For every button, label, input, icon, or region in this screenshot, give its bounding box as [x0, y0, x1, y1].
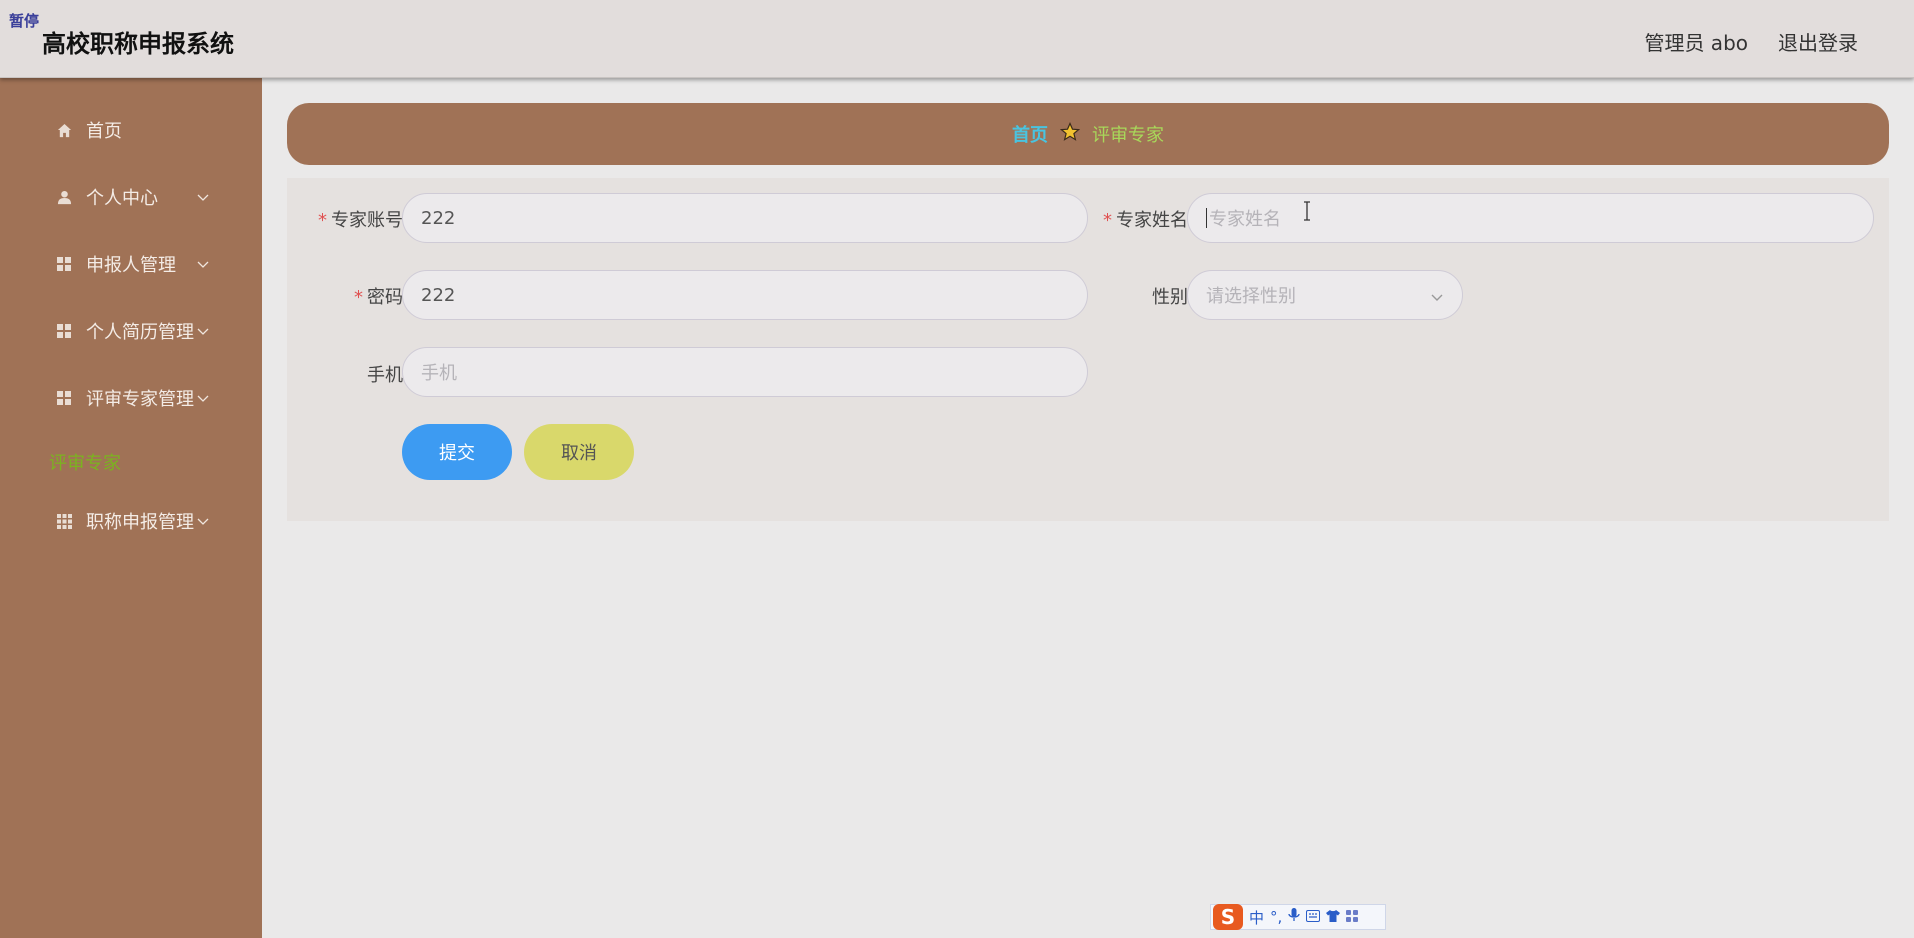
sogou-logo-icon: S	[1213, 904, 1243, 930]
star-icon	[1059, 121, 1081, 147]
logout-link[interactable]: 退出登录	[1778, 27, 1858, 56]
grid-icon	[56, 256, 72, 272]
microphone-icon[interactable]	[1288, 908, 1300, 926]
ime-toolbar[interactable]: S 中 °,	[1210, 904, 1386, 930]
expert-form: * 专家账号 222 * 专家姓名 专家姓名 * 密码 222 性别 请选择性别 手机…	[287, 178, 1889, 521]
name-input[interactable]: 专家姓名	[1187, 193, 1874, 243]
sidebar-item-label: 申报人管理	[86, 255, 176, 276]
sidebar-item-label: 首页	[86, 121, 122, 142]
app-title: 高校职称申报系统	[42, 30, 234, 58]
ime-mode[interactable]: 中	[1249, 907, 1264, 928]
sidebar-item-label: 评审专家管理	[86, 389, 194, 410]
name-label: * 专家姓名	[1103, 210, 1188, 231]
sidebar-item-title-application[interactable]: 职称申报管理	[0, 501, 262, 541]
pause-tag: 暂停	[9, 12, 40, 30]
chevron-down-icon	[197, 194, 209, 201]
user-icon	[56, 189, 72, 205]
breadcrumb: 首页 评审专家	[287, 103, 1889, 165]
sidebar-item-expert-management[interactable]: 评审专家管理	[0, 378, 262, 418]
grid-icon	[56, 513, 72, 529]
gender-select[interactable]: 请选择性别	[1187, 270, 1463, 320]
phone-label: 手机	[367, 365, 403, 386]
chevron-down-icon	[197, 261, 209, 268]
text-cursor-icon	[1304, 201, 1310, 221]
chevron-down-icon	[197, 395, 209, 402]
header-actions: 管理员 abo 退出登录	[1644, 27, 1858, 56]
account-label: * 专家账号	[318, 210, 403, 231]
grid-icon	[56, 390, 72, 406]
password-input[interactable]: 222	[402, 270, 1088, 320]
sidebar: 首页 个人中心 申报人管理 个人简历管理 评审专家管理 评审专家 职称申报管理	[0, 78, 262, 938]
sidebar-item-label: 个人简历管理	[86, 322, 194, 343]
top-header: 暂停 高校职称申报系统 管理员 abo 退出登录	[0, 0, 1914, 78]
sidebar-item-home[interactable]: 首页	[0, 110, 262, 150]
skin-shirt-icon[interactable]	[1326, 908, 1341, 926]
sidebar-item-resume-management[interactable]: 个人简历管理	[0, 311, 262, 351]
chevron-down-icon	[197, 328, 209, 335]
breadcrumb-home[interactable]: 首页	[1012, 121, 1048, 147]
ime-punct[interactable]: °,	[1270, 908, 1282, 926]
current-user: 管理员 abo	[1644, 31, 1748, 55]
sidebar-item-label: 职称申报管理	[86, 512, 194, 533]
phone-input[interactable]: 手机	[402, 347, 1088, 397]
sidebar-subitem-expert[interactable]: 评审专家	[49, 449, 121, 475]
sidebar-item-personal-center[interactable]: 个人中心	[0, 177, 262, 217]
submit-button[interactable]: 提交	[402, 424, 512, 480]
toolbox-icon[interactable]	[1346, 908, 1359, 926]
chevron-down-icon	[1431, 294, 1443, 301]
keyboard-icon[interactable]	[1306, 908, 1321, 926]
breadcrumb-current: 评审专家	[1092, 125, 1164, 146]
cancel-button[interactable]: 取消	[524, 424, 634, 480]
gender-label: 性别	[1152, 287, 1188, 308]
chevron-down-icon	[197, 518, 209, 525]
grid-icon	[56, 323, 72, 339]
sidebar-item-label: 个人中心	[86, 188, 158, 209]
password-label: * 密码	[354, 287, 403, 308]
account-input[interactable]: 222	[402, 193, 1088, 243]
home-icon	[56, 122, 72, 138]
sidebar-item-applicant-management[interactable]: 申报人管理	[0, 244, 262, 284]
